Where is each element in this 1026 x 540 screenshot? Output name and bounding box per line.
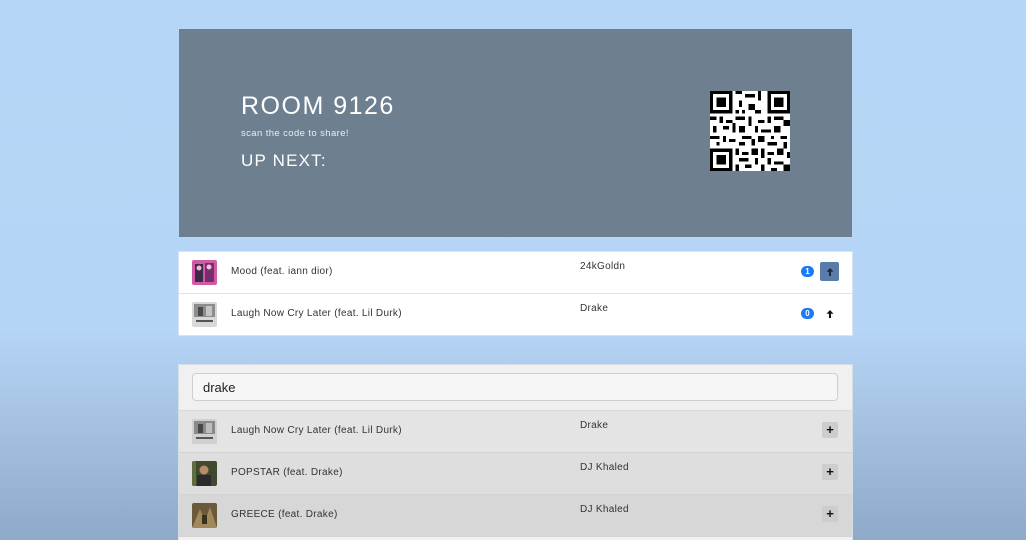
- result-row: Laugh Now Cry Later (feat. Lil Durk) Dra…: [179, 411, 852, 453]
- add-to-queue-button[interactable]: +: [822, 464, 838, 480]
- search-bar: [179, 365, 852, 411]
- queue-row: Laugh Now Cry Later (feat. Lil Durk) Dra…: [179, 294, 852, 335]
- song-artist: DJ Khaled: [580, 504, 629, 515]
- plus-icon: +: [826, 422, 834, 437]
- room-header: ROOM 9126 scan the code to share! UP NEX…: [179, 29, 852, 237]
- song-artist: 24kGoldn: [580, 261, 626, 272]
- arrow-up-icon: [826, 267, 833, 276]
- vote-count-badge: 1: [801, 266, 814, 277]
- up-next-queue: Mood (feat. iann dior) 24kGoldn 1 Laugh …: [179, 252, 852, 335]
- song-title: Laugh Now Cry Later (feat. Lil Durk): [231, 308, 402, 319]
- song-title: GREECE (feat. Drake): [231, 509, 338, 520]
- album-art-laugh-now: [192, 302, 217, 327]
- upvote-button[interactable]: [820, 262, 839, 281]
- queue-row: Mood (feat. iann dior) 24kGoldn 1: [179, 252, 852, 294]
- song-artist: DJ Khaled: [580, 462, 629, 473]
- add-to-queue-button[interactable]: +: [822, 422, 838, 438]
- result-row: POPSTAR (feat. Drake) DJ Khaled +: [179, 453, 852, 495]
- arrow-up-icon: [826, 309, 833, 318]
- search-input[interactable]: [192, 373, 838, 401]
- plus-icon: +: [826, 506, 834, 521]
- result-row: GREECE (feat. Drake) DJ Khaled +: [179, 495, 852, 537]
- song-title: Laugh Now Cry Later (feat. Lil Durk): [231, 425, 402, 436]
- album-art-mood: [192, 260, 217, 285]
- search-panel: Laugh Now Cry Later (feat. Lil Durk) Dra…: [179, 365, 852, 540]
- vote-count-badge: 0: [801, 308, 814, 319]
- album-art-laugh-now: [192, 419, 217, 444]
- upvote-button[interactable]: [820, 304, 839, 323]
- add-to-queue-button[interactable]: +: [822, 506, 838, 522]
- plus-icon: +: [826, 464, 834, 479]
- album-art-popstar: [192, 461, 217, 486]
- song-artist: Drake: [580, 303, 609, 314]
- song-artist: Drake: [580, 420, 609, 431]
- room-title: ROOM 9126: [241, 92, 395, 120]
- song-title: POPSTAR (feat. Drake): [231, 467, 343, 478]
- album-art-greece: [192, 503, 217, 528]
- qr-code-icon[interactable]: [710, 91, 790, 171]
- song-title: Mood (feat. iann dior): [231, 266, 333, 277]
- search-results: Laugh Now Cry Later (feat. Lil Durk) Dra…: [179, 411, 852, 537]
- share-hint: scan the code to share!: [241, 128, 349, 139]
- up-next-heading: UP NEXT:: [241, 151, 327, 170]
